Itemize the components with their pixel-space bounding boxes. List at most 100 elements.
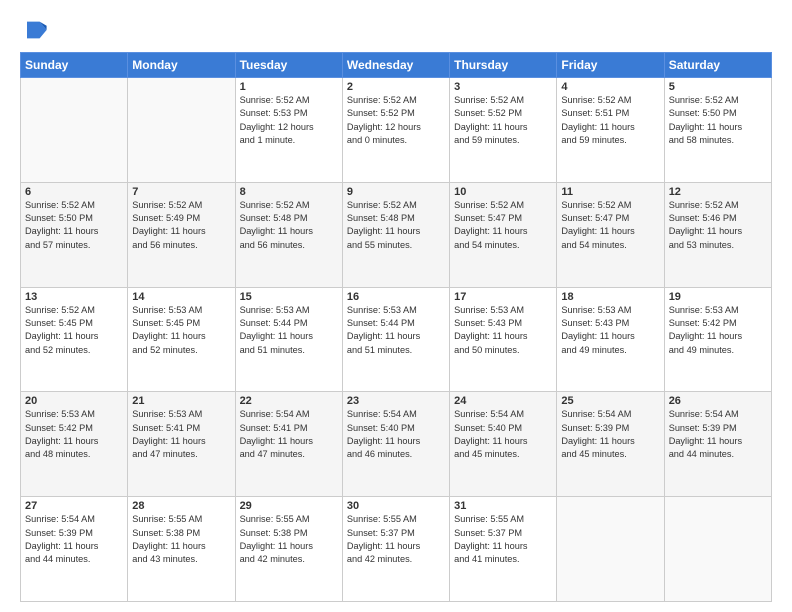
calendar-header-row: SundayMondayTuesdayWednesdayThursdayFrid… (21, 53, 772, 78)
weekday-header: Saturday (664, 53, 771, 78)
weekday-header: Monday (128, 53, 235, 78)
day-number: 17 (454, 291, 552, 303)
day-number: 8 (240, 186, 338, 198)
calendar-day-cell: 21Sunrise: 5:53 AM Sunset: 5:41 PM Dayli… (128, 392, 235, 497)
day-number: 21 (132, 395, 230, 407)
day-info: Sunrise: 5:52 AM Sunset: 5:47 PM Dayligh… (454, 199, 552, 252)
weekday-header: Friday (557, 53, 664, 78)
calendar-day-cell: 13Sunrise: 5:52 AM Sunset: 5:45 PM Dayli… (21, 287, 128, 392)
calendar-week-row: 27Sunrise: 5:54 AM Sunset: 5:39 PM Dayli… (21, 497, 772, 602)
day-number: 20 (25, 395, 123, 407)
day-info: Sunrise: 5:52 AM Sunset: 5:45 PM Dayligh… (25, 304, 123, 357)
calendar-week-row: 13Sunrise: 5:52 AM Sunset: 5:45 PM Dayli… (21, 287, 772, 392)
day-info: Sunrise: 5:52 AM Sunset: 5:48 PM Dayligh… (347, 199, 445, 252)
calendar-day-cell: 29Sunrise: 5:55 AM Sunset: 5:38 PM Dayli… (235, 497, 342, 602)
day-number: 15 (240, 291, 338, 303)
header (20, 16, 772, 44)
day-number: 3 (454, 81, 552, 93)
day-info: Sunrise: 5:55 AM Sunset: 5:37 PM Dayligh… (454, 513, 552, 566)
calendar-week-row: 1Sunrise: 5:52 AM Sunset: 5:53 PM Daylig… (21, 78, 772, 183)
logo (20, 16, 52, 44)
day-number: 30 (347, 500, 445, 512)
calendar-day-cell: 31Sunrise: 5:55 AM Sunset: 5:37 PM Dayli… (450, 497, 557, 602)
day-number: 27 (25, 500, 123, 512)
calendar-day-cell (557, 497, 664, 602)
day-number: 16 (347, 291, 445, 303)
calendar-table: SundayMondayTuesdayWednesdayThursdayFrid… (20, 52, 772, 602)
day-info: Sunrise: 5:52 AM Sunset: 5:46 PM Dayligh… (669, 199, 767, 252)
day-number: 26 (669, 395, 767, 407)
weekday-header: Wednesday (342, 53, 449, 78)
calendar-day-cell (128, 78, 235, 183)
calendar-day-cell: 20Sunrise: 5:53 AM Sunset: 5:42 PM Dayli… (21, 392, 128, 497)
calendar-day-cell: 10Sunrise: 5:52 AM Sunset: 5:47 PM Dayli… (450, 182, 557, 287)
day-number: 14 (132, 291, 230, 303)
day-info: Sunrise: 5:54 AM Sunset: 5:39 PM Dayligh… (669, 408, 767, 461)
calendar-day-cell: 2Sunrise: 5:52 AM Sunset: 5:52 PM Daylig… (342, 78, 449, 183)
day-info: Sunrise: 5:54 AM Sunset: 5:41 PM Dayligh… (240, 408, 338, 461)
calendar-day-cell: 5Sunrise: 5:52 AM Sunset: 5:50 PM Daylig… (664, 78, 771, 183)
day-info: Sunrise: 5:54 AM Sunset: 5:40 PM Dayligh… (347, 408, 445, 461)
calendar-day-cell: 9Sunrise: 5:52 AM Sunset: 5:48 PM Daylig… (342, 182, 449, 287)
calendar-day-cell: 14Sunrise: 5:53 AM Sunset: 5:45 PM Dayli… (128, 287, 235, 392)
calendar-day-cell: 24Sunrise: 5:54 AM Sunset: 5:40 PM Dayli… (450, 392, 557, 497)
day-info: Sunrise: 5:53 AM Sunset: 5:43 PM Dayligh… (454, 304, 552, 357)
day-info: Sunrise: 5:52 AM Sunset: 5:52 PM Dayligh… (454, 94, 552, 147)
calendar-day-cell: 19Sunrise: 5:53 AM Sunset: 5:42 PM Dayli… (664, 287, 771, 392)
day-number: 12 (669, 186, 767, 198)
day-info: Sunrise: 5:55 AM Sunset: 5:37 PM Dayligh… (347, 513, 445, 566)
calendar-day-cell: 25Sunrise: 5:54 AM Sunset: 5:39 PM Dayli… (557, 392, 664, 497)
calendar-day-cell: 23Sunrise: 5:54 AM Sunset: 5:40 PM Dayli… (342, 392, 449, 497)
day-info: Sunrise: 5:53 AM Sunset: 5:42 PM Dayligh… (669, 304, 767, 357)
calendar-day-cell: 11Sunrise: 5:52 AM Sunset: 5:47 PM Dayli… (557, 182, 664, 287)
day-info: Sunrise: 5:52 AM Sunset: 5:53 PM Dayligh… (240, 94, 338, 147)
day-number: 1 (240, 81, 338, 93)
day-number: 6 (25, 186, 123, 198)
day-info: Sunrise: 5:53 AM Sunset: 5:44 PM Dayligh… (240, 304, 338, 357)
weekday-header: Thursday (450, 53, 557, 78)
day-info: Sunrise: 5:52 AM Sunset: 5:49 PM Dayligh… (132, 199, 230, 252)
day-number: 2 (347, 81, 445, 93)
day-info: Sunrise: 5:54 AM Sunset: 5:39 PM Dayligh… (561, 408, 659, 461)
calendar-day-cell: 3Sunrise: 5:52 AM Sunset: 5:52 PM Daylig… (450, 78, 557, 183)
calendar-day-cell: 6Sunrise: 5:52 AM Sunset: 5:50 PM Daylig… (21, 182, 128, 287)
day-number: 10 (454, 186, 552, 198)
page: SundayMondayTuesdayWednesdayThursdayFrid… (0, 0, 792, 612)
day-info: Sunrise: 5:52 AM Sunset: 5:47 PM Dayligh… (561, 199, 659, 252)
calendar-day-cell: 16Sunrise: 5:53 AM Sunset: 5:44 PM Dayli… (342, 287, 449, 392)
calendar-day-cell: 4Sunrise: 5:52 AM Sunset: 5:51 PM Daylig… (557, 78, 664, 183)
day-info: Sunrise: 5:55 AM Sunset: 5:38 PM Dayligh… (132, 513, 230, 566)
day-info: Sunrise: 5:53 AM Sunset: 5:45 PM Dayligh… (132, 304, 230, 357)
calendar-day-cell: 18Sunrise: 5:53 AM Sunset: 5:43 PM Dayli… (557, 287, 664, 392)
calendar-day-cell: 1Sunrise: 5:52 AM Sunset: 5:53 PM Daylig… (235, 78, 342, 183)
logo-icon (20, 16, 48, 44)
day-info: Sunrise: 5:52 AM Sunset: 5:50 PM Dayligh… (25, 199, 123, 252)
day-info: Sunrise: 5:53 AM Sunset: 5:44 PM Dayligh… (347, 304, 445, 357)
day-number: 11 (561, 186, 659, 198)
calendar-day-cell (21, 78, 128, 183)
day-number: 24 (454, 395, 552, 407)
day-number: 31 (454, 500, 552, 512)
day-number: 29 (240, 500, 338, 512)
calendar-day-cell: 28Sunrise: 5:55 AM Sunset: 5:38 PM Dayli… (128, 497, 235, 602)
calendar-day-cell: 7Sunrise: 5:52 AM Sunset: 5:49 PM Daylig… (128, 182, 235, 287)
day-number: 23 (347, 395, 445, 407)
day-info: Sunrise: 5:53 AM Sunset: 5:41 PM Dayligh… (132, 408, 230, 461)
day-info: Sunrise: 5:52 AM Sunset: 5:52 PM Dayligh… (347, 94, 445, 147)
day-number: 4 (561, 81, 659, 93)
calendar-day-cell: 17Sunrise: 5:53 AM Sunset: 5:43 PM Dayli… (450, 287, 557, 392)
day-number: 22 (240, 395, 338, 407)
calendar-day-cell: 22Sunrise: 5:54 AM Sunset: 5:41 PM Dayli… (235, 392, 342, 497)
calendar-day-cell: 26Sunrise: 5:54 AM Sunset: 5:39 PM Dayli… (664, 392, 771, 497)
weekday-header: Sunday (21, 53, 128, 78)
calendar-day-cell: 12Sunrise: 5:52 AM Sunset: 5:46 PM Dayli… (664, 182, 771, 287)
day-info: Sunrise: 5:52 AM Sunset: 5:48 PM Dayligh… (240, 199, 338, 252)
day-number: 18 (561, 291, 659, 303)
day-number: 28 (132, 500, 230, 512)
day-number: 19 (669, 291, 767, 303)
day-info: Sunrise: 5:55 AM Sunset: 5:38 PM Dayligh… (240, 513, 338, 566)
calendar-day-cell: 8Sunrise: 5:52 AM Sunset: 5:48 PM Daylig… (235, 182, 342, 287)
calendar-day-cell: 30Sunrise: 5:55 AM Sunset: 5:37 PM Dayli… (342, 497, 449, 602)
day-info: Sunrise: 5:54 AM Sunset: 5:40 PM Dayligh… (454, 408, 552, 461)
calendar-week-row: 6Sunrise: 5:52 AM Sunset: 5:50 PM Daylig… (21, 182, 772, 287)
